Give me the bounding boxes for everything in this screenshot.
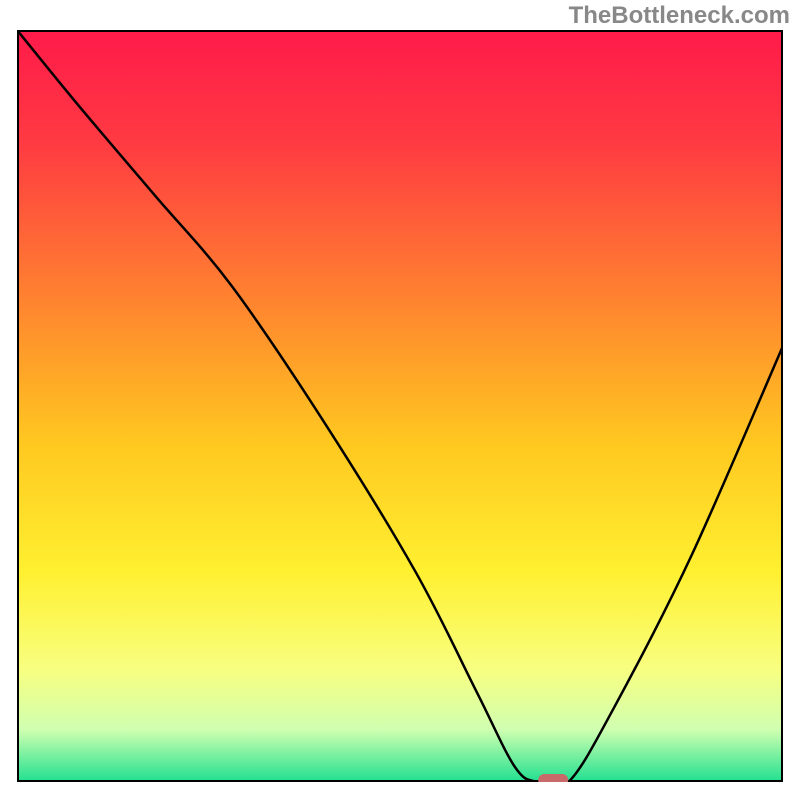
watermark-text: TheBottleneck.com xyxy=(569,2,790,30)
chart-container: TheBottleneck.com xyxy=(0,0,800,800)
gradient-background xyxy=(17,30,783,782)
plot-area xyxy=(17,30,783,782)
optimal-marker xyxy=(538,774,568,782)
plot-svg xyxy=(17,30,783,782)
